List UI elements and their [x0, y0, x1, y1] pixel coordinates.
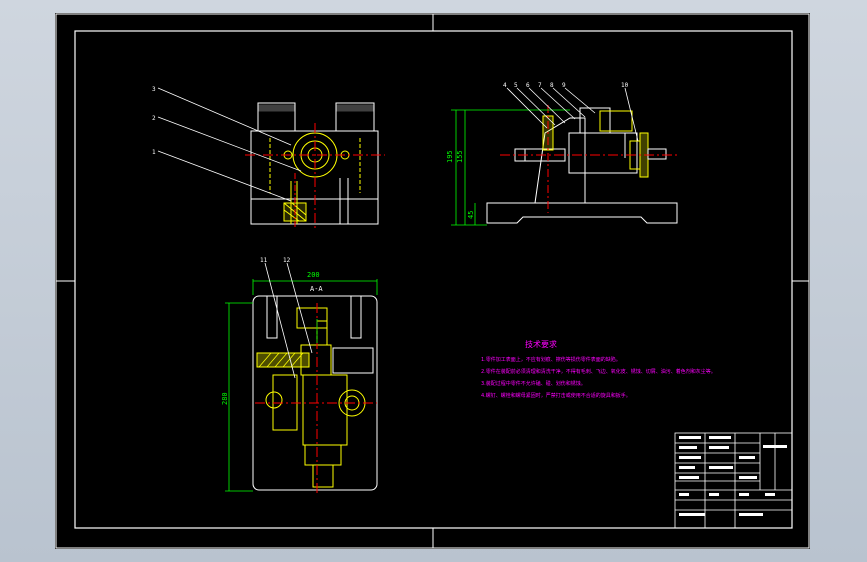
tech-requirements-notes: 1.零件加工表面上，不应有划痕、擦伤等损伤零件表面的缺陷。 2.零件在装配前必须…: [481, 356, 716, 399]
tech-requirements-title: 技术要求: [525, 339, 557, 349]
side-label-6: 6: [526, 82, 530, 89]
tech-note-2: 2.零件在装配前必须清理和清洗干净，不得有毛刺、飞边、氧化皮、锈蚀、切屑、油污、…: [481, 368, 716, 375]
section-label-11: 11: [260, 257, 268, 264]
side-label-5: 5: [514, 82, 518, 89]
tech-note-3: 3.装配过程中零件不允许磕、碰、划伤和锈蚀。: [481, 380, 586, 387]
cad-viewport[interactable]: 3 2 1 195 155 45 4 5 6 7 8 9 10 200 280 …: [55, 13, 810, 549]
side-dim-155: 155: [456, 150, 464, 163]
sheet-inner-border: [74, 30, 793, 529]
section-label-12: 12: [283, 257, 291, 264]
section-view: [252, 295, 378, 491]
tech-note-4: 4.螺钉、螺栓和螺母紧固时，严禁打击或使用不合适的旋具和扳手。: [481, 392, 631, 399]
side-label-10: 10: [621, 82, 629, 89]
sheet-outer-border: [55, 13, 810, 549]
side-dim-45: 45: [467, 211, 475, 219]
side-label-8: 8: [550, 82, 554, 89]
front-label-3: 3: [152, 86, 156, 93]
side-view: [486, 107, 678, 224]
section-label: A-A: [310, 285, 323, 293]
engineering-drawing: 3 2 1 195 155 45 4 5 6 7 8 9 10 200 280 …: [55, 13, 810, 549]
front-view-centerlines: [245, 123, 385, 231]
tech-note-1: 1.零件加工表面上，不应有划痕、擦伤等损伤零件表面的缺陷。: [481, 356, 621, 363]
front-label-1: 1: [152, 149, 156, 156]
side-label-7: 7: [538, 82, 542, 89]
section-dimensions: [225, 279, 378, 492]
front-label-2: 2: [152, 115, 156, 122]
section-dim-280: 280: [221, 392, 229, 405]
side-dim-195: 195: [446, 150, 454, 163]
side-label-4: 4: [503, 82, 507, 89]
side-label-9: 9: [562, 82, 566, 89]
section-dim-200: 200: [307, 271, 320, 279]
title-block-text: [679, 436, 787, 516]
